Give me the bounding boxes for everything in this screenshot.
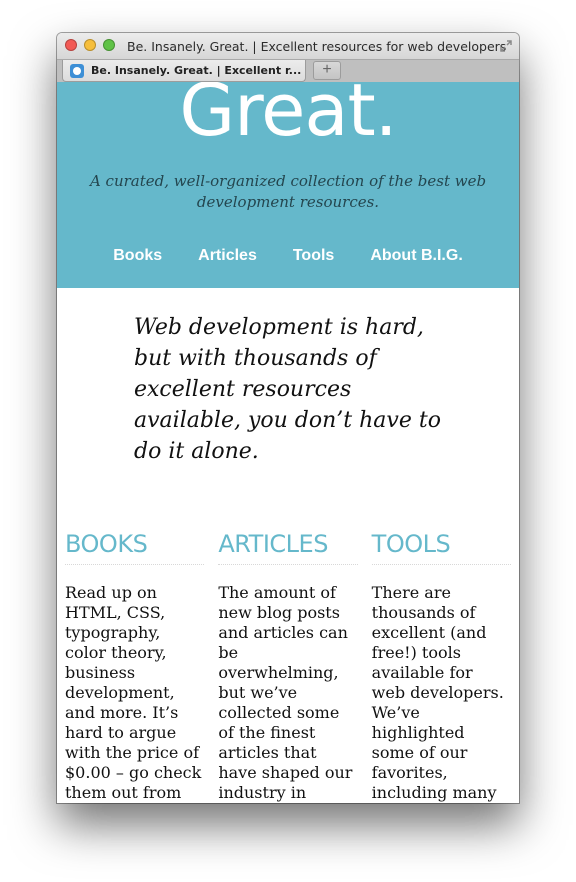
section-heading[interactable]: BOOKS [65, 530, 205, 565]
window-title: Be. Insanely. Great. | Excellent resourc… [127, 39, 507, 54]
nav-about[interactable]: About B.I.G. [352, 247, 480, 265]
site-tagline: A curated, well-organized collection of … [89, 172, 487, 211]
section-tools: TOOLS There are thousands of excellent (… [371, 530, 511, 803]
title-bar[interactable]: Be. Insanely. Great. | Excellent resourc… [57, 33, 519, 59]
plus-icon: + [322, 61, 332, 78]
page-viewport[interactable]: Great. A curated, well-organized collect… [57, 82, 519, 803]
expand-icon[interactable] [499, 39, 513, 53]
intro-text: Web development is hard, but with thousa… [134, 315, 441, 464]
browser-window: Be. Insanely. Great. | Excellent resourc… [57, 33, 519, 803]
nav-books[interactable]: Books [95, 247, 180, 265]
favicon-icon [70, 64, 84, 78]
main-nav: Books Articles Tools About B.I.G. [57, 247, 519, 265]
zoom-icon[interactable] [103, 39, 115, 51]
window-controls [65, 39, 115, 51]
section-books: BOOKS Read up on HTML, CSS, typography, … [65, 530, 205, 803]
nav-articles[interactable]: Articles [180, 247, 275, 265]
minimize-icon[interactable] [84, 39, 96, 51]
tab-label: Be. Insanely. Great. | Excellent r... [91, 64, 302, 77]
section-articles: ARTICLES The amount of new blog posts an… [218, 530, 358, 803]
site-header: Great. A curated, well-organized collect… [57, 82, 519, 288]
section-heading[interactable]: ARTICLES [218, 530, 358, 565]
new-tab-button[interactable]: + [313, 61, 341, 80]
site-title: Great. [179, 82, 397, 152]
tab-bar: Be. Insanely. Great. | Excellent r... + [57, 59, 519, 83]
close-icon[interactable] [65, 39, 77, 51]
nav-tools[interactable]: Tools [275, 247, 352, 265]
section-heading[interactable]: TOOLS [371, 530, 511, 565]
section-text: Read up on HTML, CSS, typography, color … [65, 583, 202, 802]
browser-tab[interactable]: Be. Insanely. Great. | Excellent r... [62, 60, 306, 82]
section-text: There are thousands of excellent (and fr… [371, 583, 504, 802]
section-text: The amount of new blog posts and article… [218, 583, 353, 802]
sections: BOOKS Read up on HTML, CSS, typography, … [65, 530, 511, 803]
